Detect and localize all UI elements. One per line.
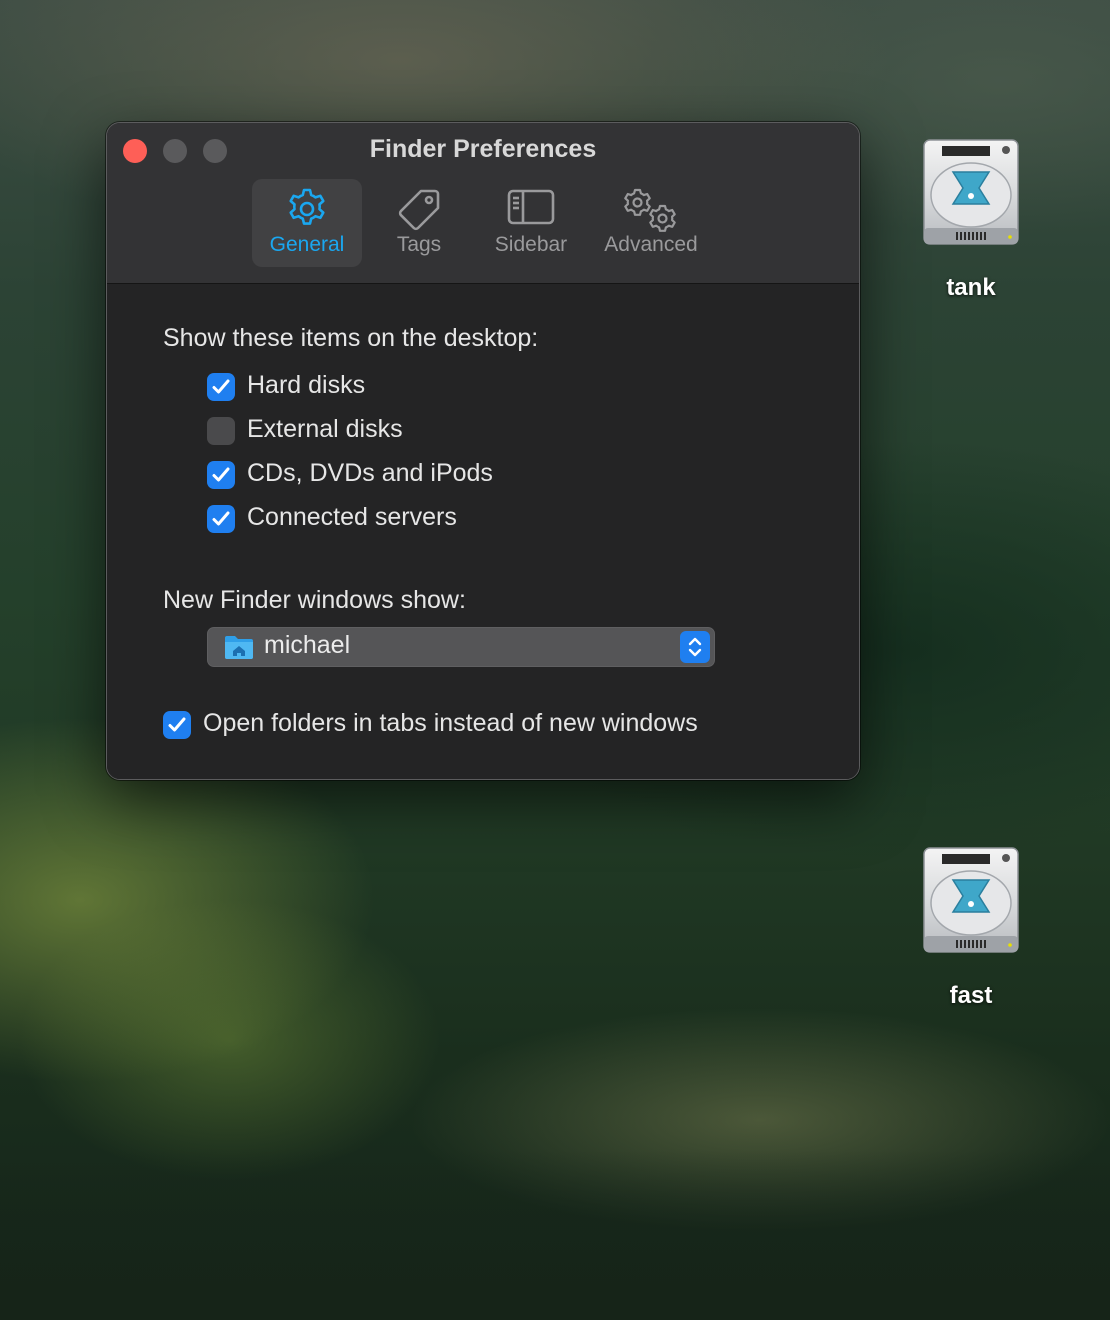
general-pane: Show these items on the desktop: Hard di…: [107, 284, 859, 779]
tab-tags-label: Tags: [396, 233, 442, 256]
tab-sidebar-label: Sidebar: [494, 233, 568, 256]
external-disks-label: External disks: [247, 415, 403, 443]
cds-dvds-ipods-checkbox[interactable]: [207, 461, 235, 489]
gear-icon: [252, 187, 362, 235]
desktop-items-heading: Show these items on the desktop:: [163, 324, 539, 352]
tag-icon: [369, 187, 469, 235]
hard-disks-checkbox[interactable]: [207, 373, 235, 401]
window-title: Finder Preferences: [369, 135, 597, 163]
tab-general-label: General: [269, 233, 345, 256]
desktop-icon-fast[interactable]: fast: [896, 846, 1046, 1026]
new-windows-heading: New Finder windows show:: [163, 586, 466, 614]
cds-dvds-ipods-label: CDs, DVDs and iPods: [247, 459, 493, 487]
external-disks-checkbox[interactable]: [207, 417, 235, 445]
select-stepper[interactable]: [680, 631, 710, 663]
new-window-target-select[interactable]: michael: [207, 627, 715, 667]
tab-general[interactable]: General: [252, 179, 362, 267]
connected-servers-checkbox[interactable]: [207, 505, 235, 533]
desktop-icon-tank-label: tank: [946, 274, 996, 301]
new-window-target-value: michael: [264, 631, 351, 659]
open-in-tabs-label: Open folders in tabs instead of new wind…: [203, 709, 698, 737]
desktop-icon-tank[interactable]: tank: [896, 138, 1046, 318]
hard-drive-icon: [920, 846, 1022, 956]
sidebar-icon: [479, 187, 583, 235]
home-folder-icon: [224, 634, 254, 664]
tab-advanced[interactable]: Advanced: [591, 179, 711, 267]
tab-sidebar[interactable]: Sidebar: [479, 179, 583, 267]
window-toolbar: Finder Preferences General Tags Sidebar …: [107, 123, 859, 284]
hard-drive-icon: [920, 138, 1022, 248]
tab-advanced-label: Advanced: [604, 233, 698, 256]
hard-disks-label: Hard disks: [247, 371, 366, 399]
wallpaper-ridge: [0, 1150, 1110, 1320]
open-in-tabs-checkbox[interactable]: [163, 711, 191, 739]
tab-tags[interactable]: Tags: [369, 179, 469, 267]
connected-servers-label: Connected servers: [247, 503, 457, 531]
desktop-icon-fast-label: fast: [949, 982, 993, 1009]
finder-preferences-window: Finder Preferences General Tags Sidebar …: [106, 122, 860, 780]
gears-icon: [591, 187, 711, 235]
chevron-up-down-icon: [688, 637, 702, 657]
